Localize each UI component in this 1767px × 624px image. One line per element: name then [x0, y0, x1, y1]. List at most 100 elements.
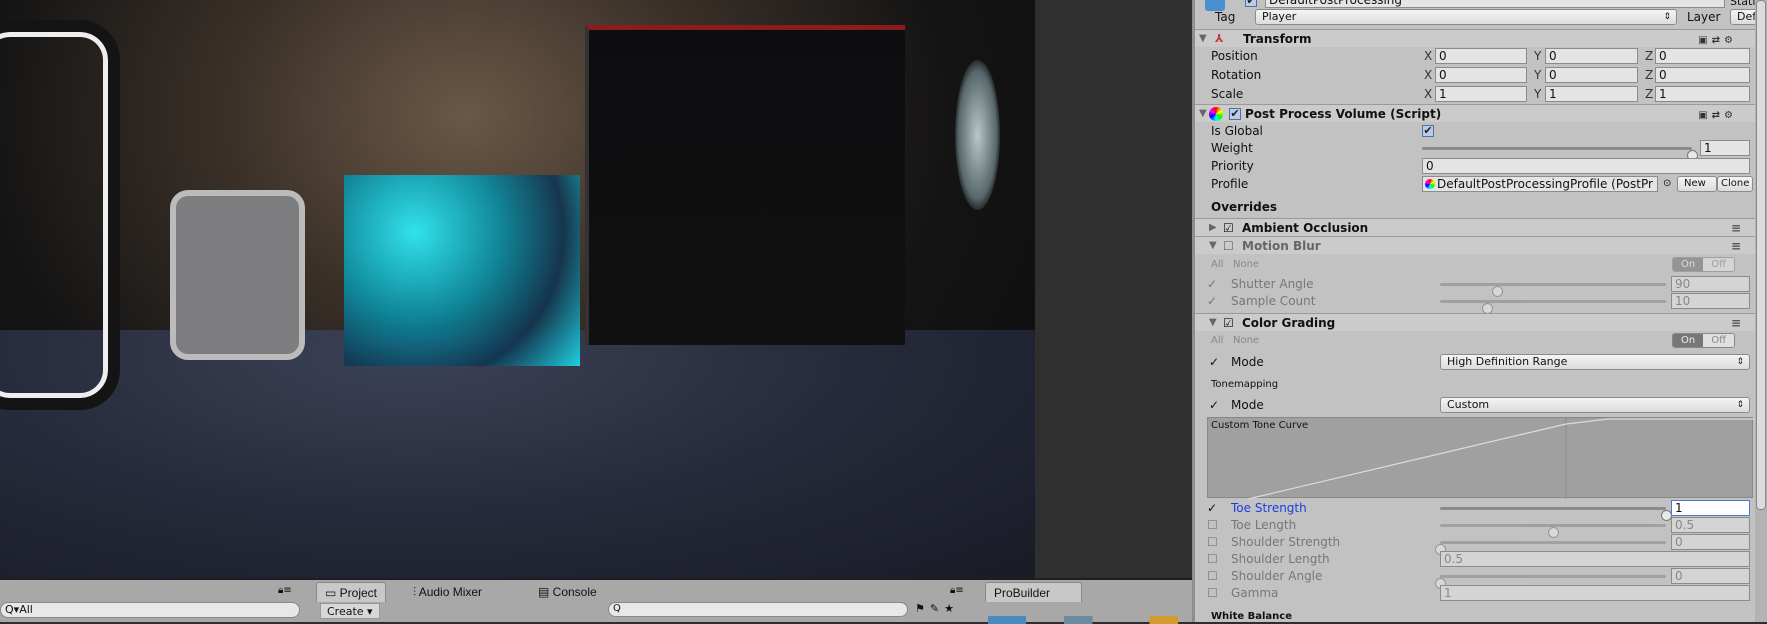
override-checkbox[interactable]: ☐ — [1207, 533, 1218, 551]
ambient-occlusion-header[interactable]: ▶ ☑ Ambient Occlusion ≡ — [1195, 218, 1755, 236]
x-field[interactable]: 1 — [1435, 86, 1527, 102]
toe-length-slider[interactable] — [1440, 524, 1666, 538]
z-field[interactable]: 1 — [1655, 86, 1750, 102]
ao-enabled-checkbox[interactable]: ☑ — [1223, 219, 1234, 237]
weight-field[interactable]: 1 — [1700, 140, 1750, 156]
y-axis-label[interactable]: Y — [1534, 47, 1541, 65]
x-axis-label[interactable]: X — [1424, 66, 1432, 84]
override-checkbox[interactable]: ✓ — [1209, 396, 1219, 414]
row-label: Rotation — [1211, 68, 1262, 82]
scrollbar-thumb[interactable] — [1756, 0, 1766, 510]
shutter-angle-slider[interactable] — [1440, 283, 1666, 297]
z-field[interactable]: 0 — [1655, 67, 1750, 83]
override-checkbox[interactable]: ✓ — [1207, 275, 1217, 293]
none-link[interactable]: None — [1233, 256, 1259, 274]
hierarchy-search[interactable]: Q▾All — [0, 602, 300, 618]
y-field[interactable]: 1 — [1545, 86, 1638, 102]
y-field[interactable]: 0 — [1545, 48, 1638, 64]
z-axis-label[interactable]: Z — [1645, 85, 1653, 103]
shutter-angle-label: Shutter Angle — [1231, 277, 1314, 291]
all-link[interactable]: All — [1211, 332, 1223, 350]
tm-mode-value: Custom — [1447, 398, 1490, 411]
lock-icon[interactable]: 🔒︎≡ — [950, 585, 964, 596]
sample-count-slider[interactable] — [1440, 300, 1666, 314]
color-grading-header[interactable]: ▼ ☑ Color Grading ≡ — [1195, 313, 1755, 331]
sample-count-field[interactable]: 10 — [1671, 293, 1750, 309]
probuilder-tool-icons[interactable] — [988, 616, 1178, 624]
tab-console[interactable]: ▤ Console — [530, 582, 605, 602]
shoulder-length-field[interactable]: 0.5 — [1440, 551, 1750, 567]
collapse-triangle-icon[interactable]: ▼ — [1199, 105, 1207, 123]
shoulder-angle-field[interactable]: 0 — [1671, 568, 1750, 584]
y-field[interactable]: 0 — [1545, 67, 1638, 83]
shoulder-angle-slider[interactable] — [1435, 575, 1666, 589]
object-name-field[interactable]: DefaultPostProcessing — [1265, 0, 1725, 8]
override-checkbox[interactable]: ☐ — [1207, 516, 1218, 534]
create-button[interactable]: Create ▾ — [320, 603, 380, 619]
z-axis-label[interactable]: Z — [1645, 47, 1653, 65]
cg-mode-dropdown[interactable]: High Definition Range ⇕ — [1440, 354, 1750, 370]
project-search[interactable]: Q — [608, 602, 908, 617]
shutter-angle-field[interactable]: 90 — [1671, 276, 1750, 292]
shoulder-strength-slider[interactable] — [1435, 541, 1666, 555]
object-picker-icon[interactable]: ⊙ — [1663, 175, 1671, 193]
override-checkbox[interactable]: ☐ — [1207, 584, 1218, 602]
motion-blur-header[interactable]: ▼ ☐ Motion Blur ≡ — [1195, 236, 1755, 254]
on-option[interactable]: On — [1673, 258, 1704, 271]
off-option[interactable]: Off — [1703, 334, 1734, 347]
toe-strength-slider[interactable] — [1440, 507, 1672, 521]
tonemapping-row: Tonemapping — [1195, 376, 1755, 394]
weight-slider[interactable] — [1422, 147, 1698, 161]
z-field[interactable]: 0 — [1655, 48, 1750, 64]
cg-on-off-toggle[interactable]: On Off — [1672, 333, 1735, 348]
collapse-triangle-icon[interactable]: ▼ — [1209, 314, 1217, 332]
x-field[interactable]: 0 — [1435, 67, 1527, 83]
override-checkbox[interactable]: ☐ — [1207, 550, 1218, 568]
cg-enabled-checkbox[interactable]: ☑ — [1223, 314, 1234, 332]
expand-triangle-icon[interactable]: ▶ — [1209, 219, 1217, 237]
menu-icon[interactable]: ≡ — [1731, 237, 1741, 255]
override-checkbox[interactable]: ✓ — [1209, 353, 1219, 371]
tab-audio-mixer[interactable]: ⫶ Audio Mixer — [405, 582, 490, 602]
mb-on-off-toggle[interactable]: On Off — [1672, 257, 1735, 272]
all-link[interactable]: All — [1211, 256, 1223, 274]
on-option[interactable]: On — [1673, 334, 1704, 347]
shoulder-strength-field[interactable]: 0 — [1671, 534, 1750, 550]
x-axis-label[interactable]: X — [1424, 85, 1432, 103]
lock-icon[interactable]: 🔒︎≡ — [278, 585, 292, 596]
x-axis-label[interactable]: X — [1424, 47, 1432, 65]
tag-dropdown[interactable]: Player ⇕ — [1255, 9, 1677, 25]
scene-view[interactable] — [0, 0, 1035, 578]
profile-field[interactable]: DefaultPostProcessingProfile (PostPr — [1422, 176, 1658, 192]
toe-length-field[interactable]: 0.5 — [1671, 517, 1750, 533]
priority-field[interactable]: 0 — [1422, 158, 1750, 174]
x-field[interactable]: 0 — [1435, 48, 1527, 64]
override-checkbox[interactable]: ☐ — [1207, 567, 1218, 585]
override-checkbox[interactable]: ✓ — [1207, 292, 1217, 310]
gamma-field[interactable]: 1 — [1440, 585, 1750, 601]
ppv-header[interactable]: ▼ ✔ Post Process Volume (Script) ▣⇄⚙ — [1195, 104, 1755, 122]
transform-header[interactable]: ▼ ⅄ Transform ▣⇄⚙ — [1195, 29, 1755, 47]
ppv-enabled-checkbox[interactable]: ✔ — [1229, 108, 1241, 120]
y-axis-label[interactable]: Y — [1534, 66, 1541, 84]
active-checkbox[interactable]: ✔ — [1245, 0, 1257, 7]
override-checkbox[interactable]: ✓ — [1207, 499, 1217, 517]
is-global-checkbox[interactable]: ✔ — [1422, 125, 1434, 137]
menu-icon[interactable]: ≡ — [1731, 314, 1741, 332]
off-option[interactable]: Off — [1703, 258, 1734, 271]
mb-enabled-checkbox[interactable]: ☐ — [1223, 237, 1234, 255]
new-button[interactable]: New — [1677, 176, 1717, 192]
z-axis-label[interactable]: Z — [1645, 66, 1653, 84]
tab-probuilder[interactable]: ProBuilder — [985, 582, 1082, 602]
tab-project[interactable]: ▭ Project — [316, 582, 387, 602]
inspector-scrollbar[interactable] — [1755, 0, 1767, 622]
filter-icons[interactable]: ⚑✎★ — [915, 602, 959, 615]
clone-button[interactable]: Clone — [1717, 176, 1753, 192]
collapse-triangle-icon[interactable]: ▼ — [1209, 237, 1217, 255]
tm-mode-dropdown[interactable]: Custom ⇕ — [1440, 397, 1750, 413]
y-axis-label[interactable]: Y — [1534, 85, 1541, 103]
menu-icon[interactable]: ≡ — [1731, 219, 1741, 237]
collapse-triangle-icon[interactable]: ▼ — [1199, 30, 1207, 48]
toe-strength-field[interactable]: 1 — [1671, 500, 1750, 516]
none-link[interactable]: None — [1233, 332, 1259, 350]
